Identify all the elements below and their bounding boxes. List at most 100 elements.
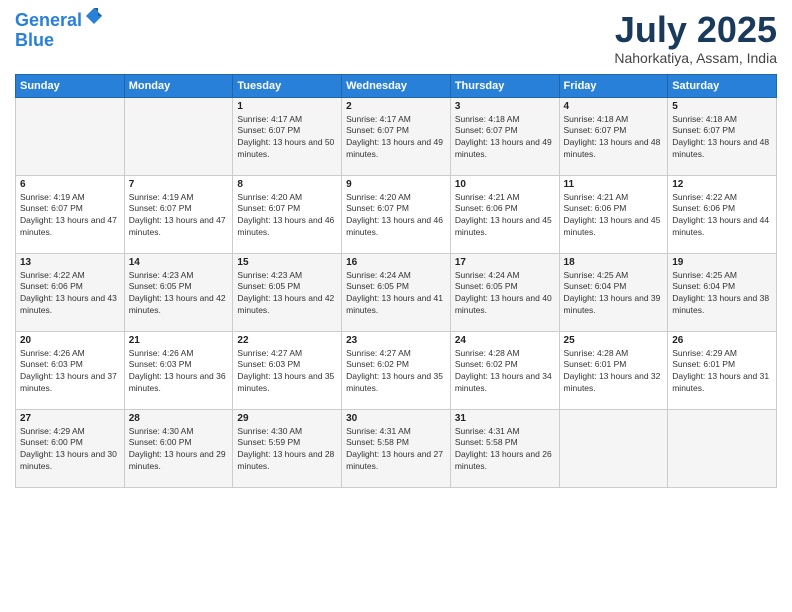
day-details: Sunrise: 4:27 AMSunset: 6:03 PMDaylight:… xyxy=(237,348,337,396)
calendar-cell: 10 Sunrise: 4:21 AMSunset: 6:06 PMDayligh… xyxy=(450,175,559,253)
day-number: 13 xyxy=(20,257,120,268)
day-number: 3 xyxy=(455,101,555,112)
calendar-week-3: 13Sunrise: 4:22 AMSunset: 6:06 PMDayligh… xyxy=(16,253,777,331)
day-number: 17 xyxy=(455,257,555,268)
page: General Blue July 2025 Nahorkatiya, Assa… xyxy=(0,0,792,612)
day-details: Sunrise: 4:31 AMSunset: 5:58 PMDaylight:… xyxy=(346,426,446,474)
day-number: 26 xyxy=(672,335,772,346)
calendar-cell: 31 Sunrise: 4:31 AMSunset: 5:58 PMDayligh… xyxy=(450,409,559,487)
day-number: 16 xyxy=(346,257,446,268)
calendar-cell xyxy=(559,409,668,487)
day-details: Sunrise: 4:19 AMSunset: 6:07 PMDaylight:… xyxy=(20,192,120,240)
calendar-cell: 17 Sunrise: 4:24 AMSunset: 6:05 PMDayligh… xyxy=(450,253,559,331)
calendar-cell: 26 Sunrise: 4:29 AMSunset: 6:01 PMDayligh… xyxy=(668,331,777,409)
day-number: 28 xyxy=(129,413,229,424)
day-details: Sunrise: 4:29 AMSunset: 6:00 PMDaylight:… xyxy=(20,426,120,474)
day-details: Sunrise: 4:23 AMSunset: 6:05 PMDaylight:… xyxy=(129,270,229,318)
day-details: Sunrise: 4:27 AMSunset: 6:02 PMDaylight:… xyxy=(346,348,446,396)
day-details: Sunrise: 4:20 AMSunset: 6:07 PMDaylight:… xyxy=(346,192,446,240)
calendar-cell: 29Sunrise: 4:30 AMSunset: 5:59 PMDayligh… xyxy=(233,409,342,487)
calendar-cell: 11 Sunrise: 4:21 AMSunset: 6:06 PMDayligh… xyxy=(559,175,668,253)
day-details: Sunrise: 4:21 AMSunset: 6:06 PMDaylight:… xyxy=(564,192,664,240)
calendar-cell: 12 Sunrise: 4:22 AMSunset: 6:06 PMDayligh… xyxy=(668,175,777,253)
day-details: Sunrise: 4:29 AMSunset: 6:01 PMDaylight:… xyxy=(672,348,772,396)
weekday-header-monday: Monday xyxy=(124,74,233,97)
day-details: Sunrise: 4:24 AMSunset: 6:05 PMDaylight:… xyxy=(455,270,555,318)
day-details: Sunrise: 4:26 AMSunset: 6:03 PMDaylight:… xyxy=(129,348,229,396)
calendar-cell: 7Sunrise: 4:19 AMSunset: 6:07 PMDaylight… xyxy=(124,175,233,253)
calendar-week-4: 20 Sunrise: 4:26 AMSunset: 6:03 PMDayligh… xyxy=(16,331,777,409)
logo-general: General xyxy=(15,10,82,30)
calendar-cell xyxy=(16,97,125,175)
calendar-cell: 23Sunrise: 4:27 AMSunset: 6:02 PMDayligh… xyxy=(342,331,451,409)
calendar-cell: 6 Sunrise: 4:19 AMSunset: 6:07 PMDaylight… xyxy=(16,175,125,253)
day-number: 8 xyxy=(237,179,337,190)
month-title: July 2025 xyxy=(614,10,777,50)
calendar-cell: 13Sunrise: 4:22 AMSunset: 6:06 PMDayligh… xyxy=(16,253,125,331)
day-number: 7 xyxy=(129,179,229,190)
calendar-cell: 8 Sunrise: 4:20 AMSunset: 6:07 PMDaylight… xyxy=(233,175,342,253)
day-number: 2 xyxy=(346,101,446,112)
day-details: Sunrise: 4:25 AMSunset: 6:04 PMDaylight:… xyxy=(564,270,664,318)
day-details: Sunrise: 4:23 AMSunset: 6:05 PMDaylight:… xyxy=(237,270,337,318)
day-details: Sunrise: 4:31 AMSunset: 5:58 PMDaylight:… xyxy=(455,426,555,474)
weekday-header-wednesday: Wednesday xyxy=(342,74,451,97)
day-details: Sunrise: 4:28 AMSunset: 6:02 PMDaylight:… xyxy=(455,348,555,396)
calendar-cell: 18Sunrise: 4:25 AMSunset: 6:04 PMDayligh… xyxy=(559,253,668,331)
title-block: July 2025 Nahorkatiya, Assam, India xyxy=(614,10,777,66)
day-details: Sunrise: 4:26 AMSunset: 6:03 PMDaylight:… xyxy=(20,348,120,396)
day-details: Sunrise: 4:24 AMSunset: 6:05 PMDaylight:… xyxy=(346,270,446,318)
day-number: 31 xyxy=(455,413,555,424)
day-number: 25 xyxy=(564,335,664,346)
day-number: 11 xyxy=(564,179,664,190)
day-details: Sunrise: 4:21 AMSunset: 6:06 PMDaylight:… xyxy=(455,192,555,240)
day-details: Sunrise: 4:30 AMSunset: 6:00 PMDaylight:… xyxy=(129,426,229,474)
day-number: 5 xyxy=(672,101,772,112)
calendar-cell: 1 Sunrise: 4:17 AMSunset: 6:07 PMDaylight… xyxy=(233,97,342,175)
calendar-cell: 20 Sunrise: 4:26 AMSunset: 6:03 PMDayligh… xyxy=(16,331,125,409)
calendar-cell: 5 Sunrise: 4:18 AMSunset: 6:07 PMDaylight… xyxy=(668,97,777,175)
logo-blue: Blue xyxy=(15,31,104,51)
day-number: 20 xyxy=(20,335,120,346)
day-number: 14 xyxy=(129,257,229,268)
weekday-header-friday: Friday xyxy=(559,74,668,97)
day-number: 27 xyxy=(20,413,120,424)
day-details: Sunrise: 4:20 AMSunset: 6:07 PMDaylight:… xyxy=(237,192,337,240)
day-number: 22 xyxy=(237,335,337,346)
weekday-header-sunday: Sunday xyxy=(16,74,125,97)
calendar-cell: 3 Sunrise: 4:18 AMSunset: 6:07 PMDaylight… xyxy=(450,97,559,175)
calendar-cell: 16 Sunrise: 4:24 AMSunset: 6:05 PMDayligh… xyxy=(342,253,451,331)
day-number: 19 xyxy=(672,257,772,268)
calendar-cell: 24 Sunrise: 4:28 AMSunset: 6:02 PMDayligh… xyxy=(450,331,559,409)
calendar-cell xyxy=(124,97,233,175)
day-number: 1 xyxy=(237,101,337,112)
weekday-header-saturday: Saturday xyxy=(668,74,777,97)
calendar-cell: 27 Sunrise: 4:29 AMSunset: 6:00 PMDayligh… xyxy=(16,409,125,487)
calendar-cell: 4Sunrise: 4:18 AMSunset: 6:07 PMDaylight… xyxy=(559,97,668,175)
day-details: Sunrise: 4:18 AMSunset: 6:07 PMDaylight:… xyxy=(564,114,664,162)
calendar-cell: 25 Sunrise: 4:28 AMSunset: 6:01 PMDayligh… xyxy=(559,331,668,409)
day-details: Sunrise: 4:17 AMSunset: 6:07 PMDaylight:… xyxy=(346,114,446,162)
day-details: Sunrise: 4:18 AMSunset: 6:07 PMDaylight:… xyxy=(455,114,555,162)
weekday-header-tuesday: Tuesday xyxy=(233,74,342,97)
day-number: 10 xyxy=(455,179,555,190)
calendar-week-2: 6 Sunrise: 4:19 AMSunset: 6:07 PMDaylight… xyxy=(16,175,777,253)
day-number: 24 xyxy=(455,335,555,346)
weekday-header-row: SundayMondayTuesdayWednesdayThursdayFrid… xyxy=(16,74,777,97)
day-number: 6 xyxy=(20,179,120,190)
day-number: 15 xyxy=(237,257,337,268)
logo: General Blue xyxy=(15,10,104,51)
calendar-table: SundayMondayTuesdayWednesdayThursdayFrid… xyxy=(15,74,777,488)
day-details: Sunrise: 4:17 AMSunset: 6:07 PMDaylight:… xyxy=(237,114,337,162)
calendar-cell: 15 Sunrise: 4:23 AMSunset: 6:05 PMDayligh… xyxy=(233,253,342,331)
day-details: Sunrise: 4:22 AMSunset: 6:06 PMDaylight:… xyxy=(672,192,772,240)
day-number: 9 xyxy=(346,179,446,190)
day-details: Sunrise: 4:28 AMSunset: 6:01 PMDaylight:… xyxy=(564,348,664,396)
day-number: 12 xyxy=(672,179,772,190)
calendar-cell xyxy=(668,409,777,487)
logo-icon xyxy=(84,6,104,26)
calendar-cell: 30Sunrise: 4:31 AMSunset: 5:58 PMDayligh… xyxy=(342,409,451,487)
location: Nahorkatiya, Assam, India xyxy=(614,50,777,66)
calendar-week-5: 27 Sunrise: 4:29 AMSunset: 6:00 PMDayligh… xyxy=(16,409,777,487)
day-details: Sunrise: 4:18 AMSunset: 6:07 PMDaylight:… xyxy=(672,114,772,162)
